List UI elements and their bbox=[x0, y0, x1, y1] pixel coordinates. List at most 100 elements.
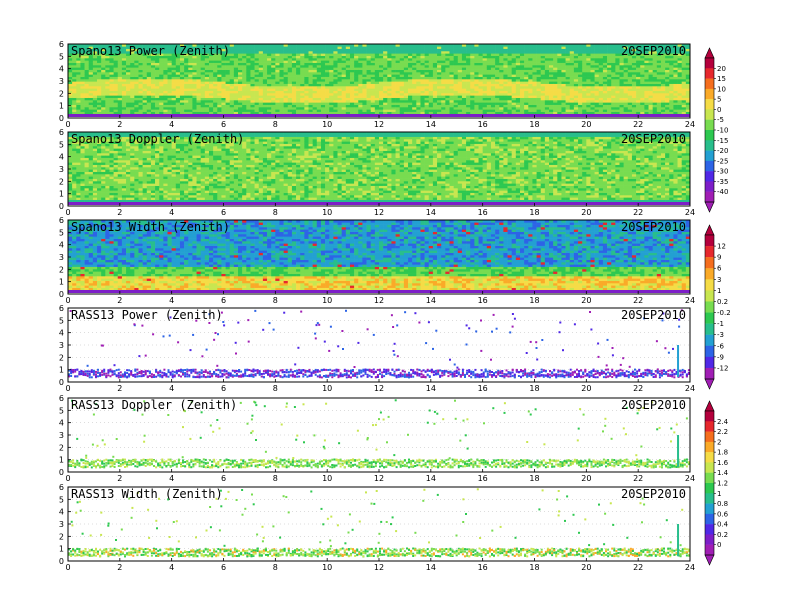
heatmap-cell bbox=[296, 79, 301, 82]
heatmap-cell bbox=[283, 72, 289, 75]
heatmap-cell bbox=[627, 104, 633, 108]
heatmap-cell bbox=[329, 88, 334, 91]
heatmap-cell bbox=[150, 76, 156, 80]
heatmap-cell bbox=[287, 74, 293, 77]
heatmap-cell bbox=[238, 51, 243, 54]
heatmap-cell bbox=[233, 86, 239, 89]
heatmap-cell bbox=[246, 83, 251, 87]
heatmap-cell bbox=[644, 104, 649, 108]
heatmap-cell bbox=[300, 74, 305, 77]
heatmap-cell bbox=[68, 157, 73, 161]
heatmap-cell bbox=[412, 90, 417, 94]
heatmap-cell bbox=[238, 86, 243, 89]
heatmap-cell bbox=[660, 72, 666, 75]
heatmap-cell bbox=[138, 76, 143, 80]
heatmap-cell bbox=[540, 67, 546, 70]
heatmap-cell bbox=[677, 83, 683, 87]
heatmap-cell bbox=[358, 62, 363, 66]
heatmap-cell bbox=[271, 109, 276, 112]
heatmap-cell bbox=[549, 104, 554, 108]
heatmap-cell bbox=[92, 153, 98, 156]
heatmap-cell bbox=[391, 69, 396, 73]
heatmap-cell bbox=[656, 60, 662, 63]
heatmap-cell bbox=[416, 111, 421, 115]
heatmap-cell bbox=[150, 79, 156, 82]
heatmap-cell bbox=[573, 55, 579, 59]
heatmap-cell bbox=[391, 62, 396, 66]
heatmap-cell bbox=[175, 90, 181, 94]
heatmap-cell bbox=[341, 62, 347, 66]
heatmap-cell bbox=[660, 67, 666, 70]
heatmap-cell bbox=[349, 79, 355, 82]
heatmap-cell bbox=[519, 97, 525, 101]
heatmap-cell bbox=[109, 176, 114, 179]
heatmap-cell bbox=[590, 97, 595, 101]
heatmap-cell bbox=[341, 109, 347, 112]
heatmap-cell bbox=[607, 60, 612, 63]
heatmap-cell bbox=[478, 97, 483, 101]
heatmap-cell bbox=[229, 58, 235, 61]
x-tick-label: 22 bbox=[633, 120, 643, 129]
heatmap-cell bbox=[208, 86, 214, 89]
heatmap-cell bbox=[225, 60, 231, 63]
heatmap-cell bbox=[229, 109, 235, 112]
heatmap-cell bbox=[648, 83, 653, 87]
heatmap-cell bbox=[150, 107, 156, 110]
heatmap-cell bbox=[445, 62, 450, 66]
heatmap-cell bbox=[72, 178, 77, 182]
heatmap-cell bbox=[146, 109, 152, 112]
heatmap-cell bbox=[449, 86, 454, 89]
heatmap-cell bbox=[586, 95, 591, 98]
heatmap-cell bbox=[97, 79, 102, 82]
heatmap-cell bbox=[573, 100, 579, 103]
heatmap-cell bbox=[101, 150, 106, 154]
heatmap-cell bbox=[511, 88, 517, 91]
heatmap-cell bbox=[242, 67, 247, 70]
heatmap-cell bbox=[503, 93, 508, 96]
heatmap-cell bbox=[159, 86, 164, 89]
heatmap-cell bbox=[68, 197, 73, 200]
heatmap-cell bbox=[594, 90, 600, 94]
heatmap-cell bbox=[333, 88, 338, 91]
heatmap-cell bbox=[403, 51, 409, 54]
heatmap-cell bbox=[113, 153, 119, 156]
heatmap-cell bbox=[167, 107, 172, 110]
heatmap-cell bbox=[72, 76, 77, 80]
heatmap-cell bbox=[80, 104, 85, 108]
heatmap-cell bbox=[233, 67, 239, 70]
heatmap-cell bbox=[644, 62, 649, 66]
heatmap-cell bbox=[561, 95, 566, 98]
heatmap-cell bbox=[341, 65, 347, 68]
heatmap-cell bbox=[229, 88, 235, 91]
heatmap-cell bbox=[250, 104, 255, 108]
heatmap-cell bbox=[660, 90, 666, 94]
heatmap-cell bbox=[113, 93, 119, 96]
heatmap-cell bbox=[420, 53, 425, 56]
heatmap-cell bbox=[200, 104, 206, 108]
heatmap-cell bbox=[283, 74, 289, 77]
heatmap-cell bbox=[586, 83, 591, 87]
heatmap-cell bbox=[109, 72, 114, 75]
heatmap-cell bbox=[179, 86, 185, 89]
heatmap-cell bbox=[370, 72, 376, 75]
heatmap-cell bbox=[200, 95, 206, 98]
heatmap-cell bbox=[615, 104, 620, 108]
heatmap-cell bbox=[441, 62, 446, 66]
heatmap-cell bbox=[399, 46, 405, 49]
heatmap-cell bbox=[528, 76, 533, 80]
heatmap-cell bbox=[345, 76, 351, 80]
heatmap-cell bbox=[192, 79, 197, 82]
heatmap-cell bbox=[68, 162, 73, 165]
heatmap-cell bbox=[453, 109, 459, 112]
heatmap-cell bbox=[424, 76, 430, 80]
heatmap-cell bbox=[271, 83, 276, 87]
heatmap-cell bbox=[403, 76, 409, 80]
heatmap-cell bbox=[478, 62, 483, 66]
heatmap-cell bbox=[105, 164, 110, 168]
heatmap-cell bbox=[304, 81, 309, 84]
heatmap-cell bbox=[113, 76, 119, 80]
heatmap-cell bbox=[283, 79, 289, 82]
heatmap-cell bbox=[258, 51, 264, 54]
heatmap-cell bbox=[582, 100, 587, 103]
heatmap-cell bbox=[337, 51, 342, 54]
